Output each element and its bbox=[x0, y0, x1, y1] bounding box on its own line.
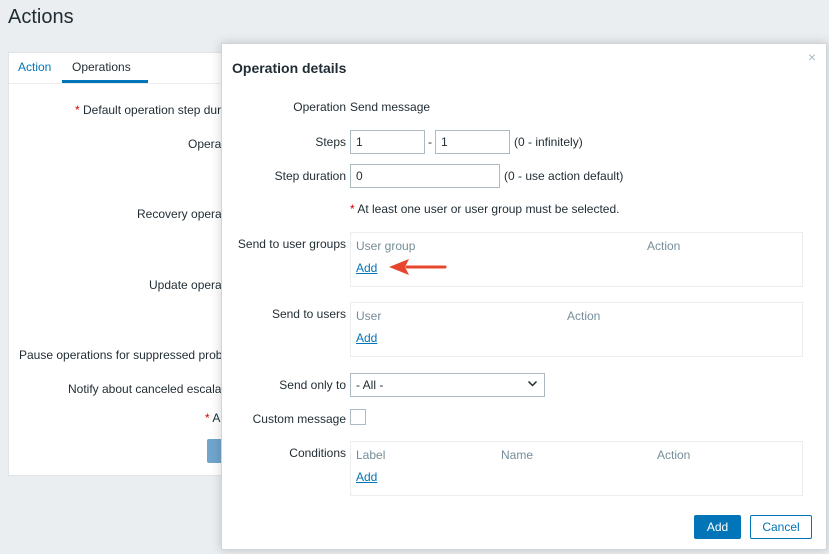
custom-message-checkbox[interactable] bbox=[350, 409, 366, 425]
user-action-column-header: Action bbox=[567, 309, 601, 323]
condition-label-column-header: Label bbox=[356, 448, 386, 462]
conditions-label: Conditions bbox=[289, 446, 346, 460]
user-group-column-header: User group bbox=[356, 239, 416, 253]
send-only-to-selected-value: - All - bbox=[356, 378, 384, 392]
condition-action-column-header: Action bbox=[657, 448, 691, 462]
steps-separator: - bbox=[428, 135, 432, 149]
label-operations: Opera bbox=[188, 137, 222, 151]
send-to-users-label: Send to users bbox=[271, 307, 346, 321]
condition-name-column-header: Name bbox=[501, 448, 534, 462]
users-table: User Action Add bbox=[350, 302, 803, 357]
custom-message-label: Custom message bbox=[252, 412, 346, 426]
label-recovery-operations: Recovery opera bbox=[137, 207, 222, 221]
label-a-field: * A bbox=[205, 411, 221, 425]
add-button[interactable]: Add bbox=[694, 515, 741, 539]
dialog-title: Operation details bbox=[232, 60, 347, 76]
add-user-link[interactable]: Add bbox=[356, 331, 377, 345]
user-group-action-column-header: Action bbox=[647, 239, 681, 253]
selection-required-warning: * At least one user or user group must b… bbox=[350, 202, 620, 216]
steps-from-input[interactable] bbox=[350, 130, 425, 154]
active-tab-indicator bbox=[62, 80, 148, 83]
operation-value: Send message bbox=[350, 100, 431, 114]
add-user-group-link[interactable]: Add bbox=[356, 261, 377, 275]
steps-hint: (0 - infinitely) bbox=[514, 135, 583, 149]
send-to-user-groups-label: Send to user groups bbox=[237, 237, 346, 251]
annotation-arrow-icon bbox=[389, 259, 447, 275]
steps-label: Steps bbox=[315, 135, 346, 149]
page-title: Actions bbox=[8, 6, 74, 28]
close-icon[interactable]: × bbox=[808, 49, 816, 65]
tab-action[interactable]: Action bbox=[18, 60, 51, 74]
label-notify-canceled-escalations: Notify about canceled escala bbox=[68, 382, 222, 396]
tab-operations[interactable]: Operations bbox=[72, 60, 131, 74]
operation-label: Operation bbox=[293, 100, 346, 114]
conditions-table: Label Name Action Add bbox=[350, 441, 803, 496]
label-pause-operations: Pause operations for suppressed prob bbox=[19, 348, 223, 362]
step-duration-hint: (0 - use action default) bbox=[504, 169, 624, 183]
cancel-button[interactable]: Cancel bbox=[750, 515, 812, 539]
label-default-operation-step-duration: * Default operation step dur bbox=[75, 103, 222, 117]
step-duration-input[interactable] bbox=[350, 164, 500, 188]
steps-to-input[interactable] bbox=[435, 130, 510, 154]
send-only-to-label: Send only to bbox=[279, 378, 346, 392]
send-only-to-select[interactable]: - All - bbox=[350, 373, 545, 397]
user-column-header: User bbox=[356, 309, 382, 323]
operation-details-dialog: Operation details × Operation Send messa… bbox=[221, 43, 827, 550]
step-duration-label: Step duration bbox=[274, 169, 346, 183]
chevron-down-icon bbox=[527, 378, 538, 392]
label-update-operations: Update opera bbox=[149, 278, 222, 292]
add-condition-link[interactable]: Add bbox=[356, 470, 377, 484]
